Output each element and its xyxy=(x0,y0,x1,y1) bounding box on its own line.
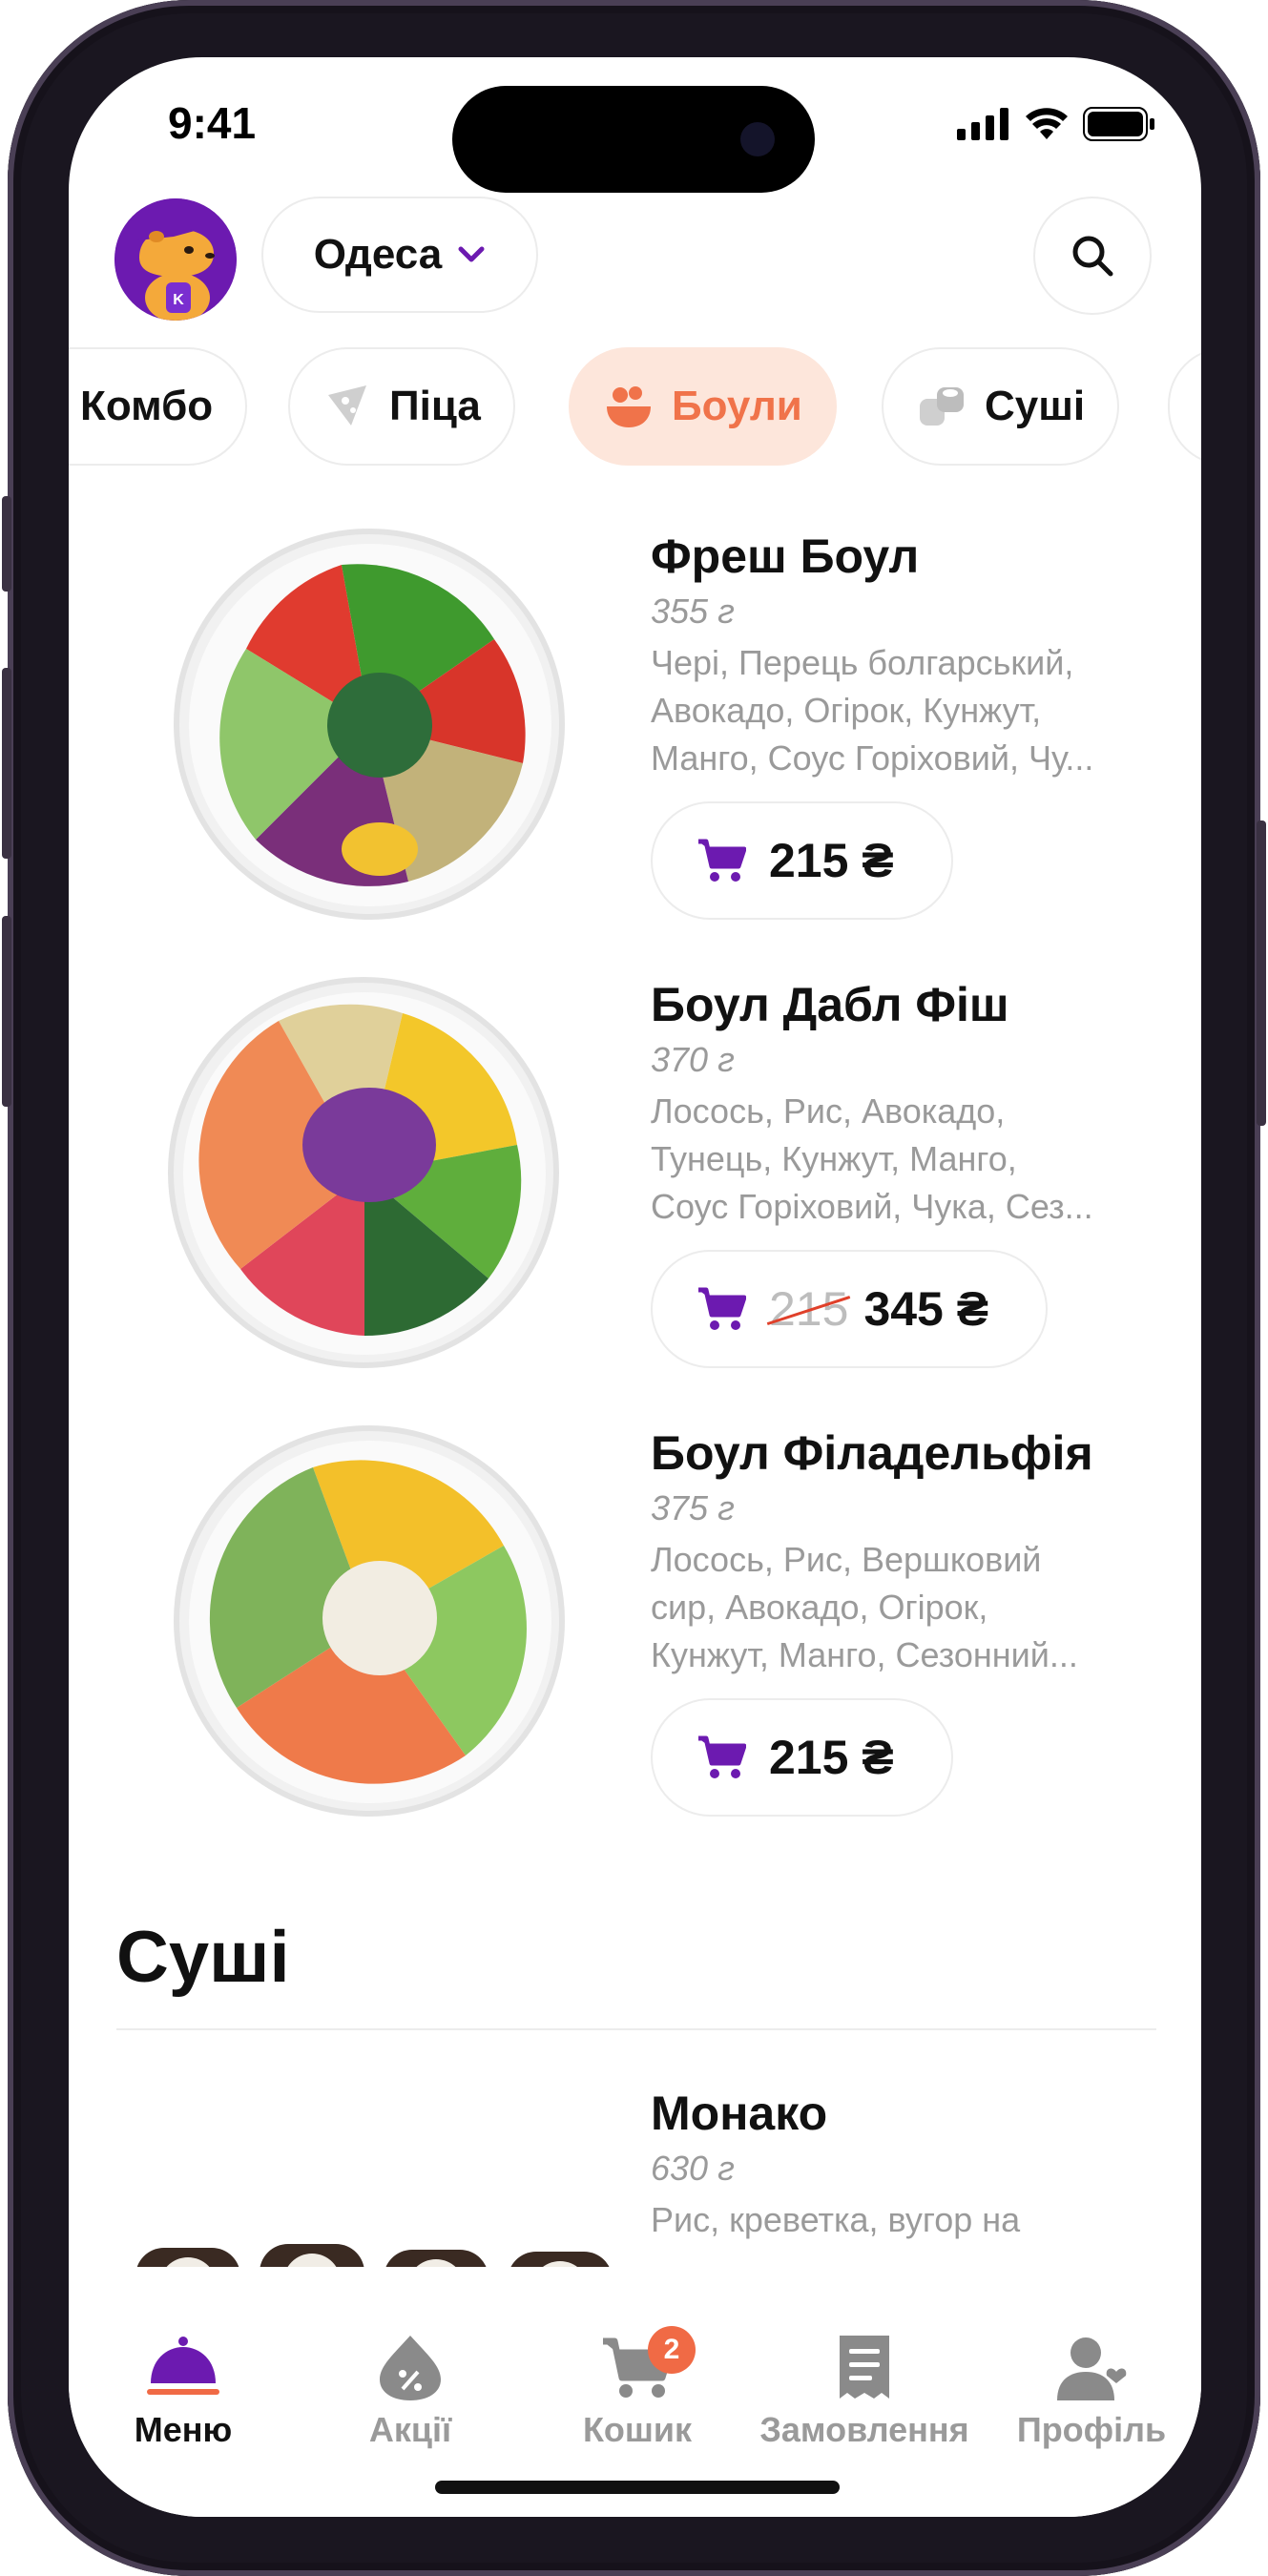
product-weight: 630 г xyxy=(651,2149,735,2188)
category-label: Комбо xyxy=(80,383,214,429)
product-title: Боул Дабл Фіш xyxy=(651,978,1009,1031)
product-card[interactable]: Фреш Боул 355 г Чері, Перець болгарський… xyxy=(69,529,1201,948)
product-description: Лосось, Рис, Вершковий сир, Авокадо, Огір… xyxy=(651,1540,1078,1674)
wifi-icon xyxy=(1026,108,1068,139)
profile-icon xyxy=(1057,2337,1127,2400)
price: 215 ₴ xyxy=(769,1731,894,1784)
svg-text:K: K xyxy=(173,292,184,308)
avatar[interactable]: K xyxy=(114,198,237,321)
side-button-volume-down xyxy=(2,916,11,1107)
product-image xyxy=(174,529,565,920)
dynamic-island xyxy=(452,86,815,193)
camera-icon xyxy=(740,122,775,156)
add-to-cart-button[interactable]: 215 ₴ xyxy=(651,801,953,920)
tab-label: Акції xyxy=(368,2410,452,2449)
cart-badge: 2 xyxy=(648,2326,696,2374)
chevron-down-icon xyxy=(458,246,485,262)
product-title: Боул Філадельфія xyxy=(651,1426,1093,1480)
product-card[interactable]: Боул Філадельфія 375 г Лосось, Рис, Верш… xyxy=(69,1425,1201,1845)
side-button-mute xyxy=(2,496,11,592)
product-image xyxy=(168,977,559,1368)
search-button[interactable] xyxy=(1033,197,1152,315)
tab-label: Меню xyxy=(134,2410,233,2449)
side-button-volume-up xyxy=(2,668,11,859)
cart-icon xyxy=(698,839,746,882)
category-label: Суші xyxy=(985,383,1086,429)
category-chip-sushi[interactable]: Суші xyxy=(882,347,1120,466)
product-description: Рис, креветка, вугор на xyxy=(651,2200,1021,2239)
phone-screen: 9:41 K Одеса Комбо Піца Боули Суші Фреш … xyxy=(69,57,1201,2517)
section-divider xyxy=(116,2028,1156,2030)
city-label: Одеса xyxy=(313,231,443,278)
tab-label: Замовлення xyxy=(759,2410,969,2449)
cart-icon xyxy=(698,1735,746,1778)
pizza-icon xyxy=(328,385,366,426)
product-weight: 355 г xyxy=(651,592,735,631)
tab-bar: Меню Акції 2 Кошик Замовлення Профіль xyxy=(69,2267,1201,2517)
signal-icon xyxy=(957,108,1008,140)
category-chip-bowls[interactable]: Боули xyxy=(569,347,837,466)
discount-icon xyxy=(380,2336,441,2400)
receipt-icon xyxy=(840,2336,889,2399)
category-label: Піца xyxy=(389,383,481,429)
category-chip-more[interactable] xyxy=(1168,347,1201,466)
product-title: Монако xyxy=(651,2087,828,2140)
old-price: 215 xyxy=(769,1282,849,1336)
product-title: Фреш Боул xyxy=(651,530,920,583)
price: 345 ₴ xyxy=(863,1282,989,1336)
add-to-cart-button[interactable]: 215 345 ₴ xyxy=(651,1250,1049,1368)
cart-icon xyxy=(698,1287,746,1330)
side-button-power xyxy=(1257,821,1266,1126)
category-chip-pizza[interactable]: Піца xyxy=(288,347,515,466)
tab-cart[interactable]: 2 Кошик xyxy=(528,2326,747,2450)
tab-label: Кошик xyxy=(582,2410,693,2449)
city-selector[interactable]: Одеса xyxy=(261,197,538,313)
home-indicator[interactable] xyxy=(435,2481,840,2494)
tab-orders[interactable]: Замовлення xyxy=(755,2334,974,2450)
product-weight: 375 г xyxy=(651,1488,735,1527)
tab-menu[interactable]: Меню xyxy=(73,2334,293,2450)
category-bar: Комбо Піца Боули Суші xyxy=(69,347,1201,471)
tab-label: Профіль xyxy=(1016,2410,1167,2449)
product-description: Лосось, Рис, Авокадо, Тунець, Кунжут, Ман… xyxy=(651,1091,1093,1226)
cloche-icon xyxy=(147,2337,219,2395)
product-card[interactable]: Боул Дабл Фіш 370 г Лосось, Рис, Авокадо… xyxy=(69,977,1201,1397)
tab-promotions[interactable]: Акції xyxy=(301,2334,520,2450)
bowl-icon xyxy=(607,386,651,427)
search-icon xyxy=(1072,236,1113,277)
sushi-icon xyxy=(920,387,964,426)
product-description: Чері, Перець болгарський, Авокадо, Огірок… xyxy=(651,643,1094,778)
product-card[interactable]: Монако 630 г Рис, креветка, вугор на xyxy=(69,2086,1201,2337)
tab-profile[interactable]: Профіль xyxy=(982,2334,1201,2450)
add-to-cart-button[interactable]: 215 ₴ xyxy=(651,1698,953,1817)
category-chip-combo[interactable]: Комбо xyxy=(69,347,248,466)
price: 215 ₴ xyxy=(769,834,894,887)
capybara-mascot-icon: K xyxy=(114,198,237,321)
status-time: 9:41 xyxy=(168,98,257,148)
section-title: Суші xyxy=(116,1917,290,1998)
status-icons xyxy=(957,107,1155,141)
category-label: Боули xyxy=(672,383,802,429)
product-weight: 370 г xyxy=(651,1040,735,1079)
battery-icon xyxy=(1083,107,1154,141)
product-image xyxy=(174,1425,565,1817)
